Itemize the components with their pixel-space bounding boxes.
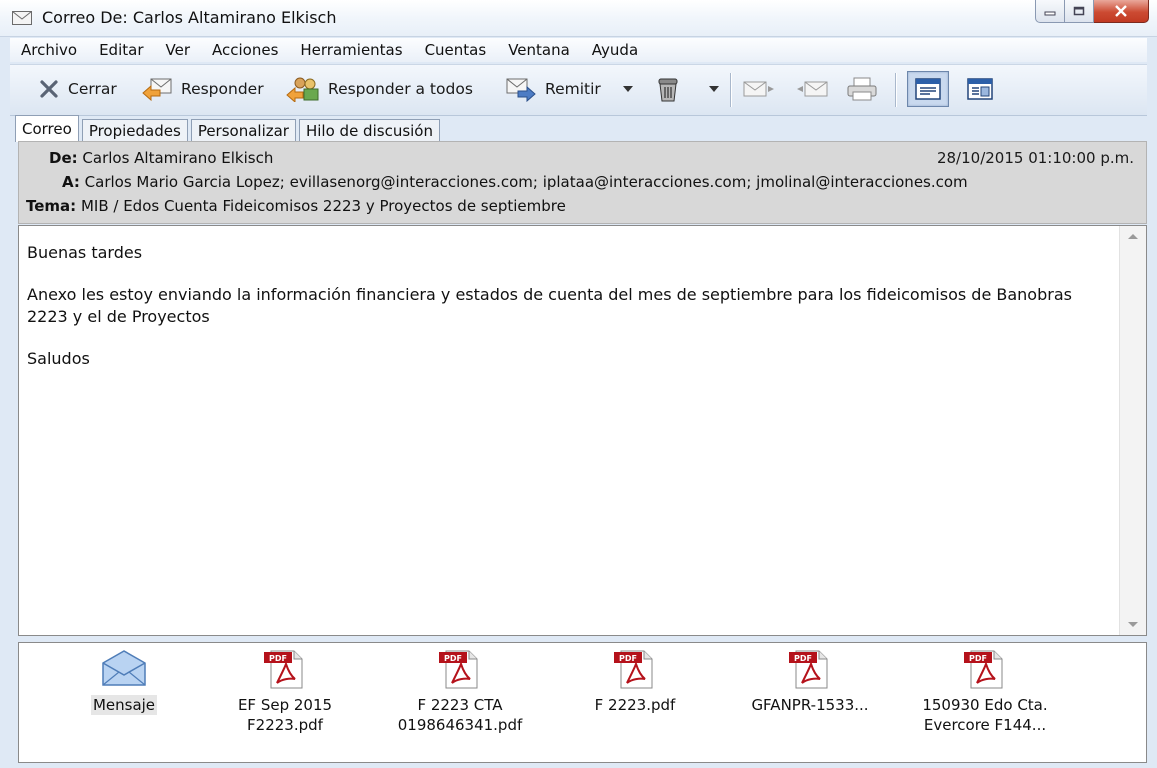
close-icon bbox=[1115, 5, 1127, 17]
minimize-button[interactable] bbox=[1035, 0, 1065, 23]
menu-archivo[interactable]: Archivo bbox=[10, 38, 88, 62]
svg-text:PDF: PDF bbox=[969, 654, 987, 663]
scroll-down-arrow-icon[interactable] bbox=[1128, 622, 1138, 627]
window-controls bbox=[1035, 0, 1149, 24]
reply-all-button[interactable]: Responder a todos bbox=[286, 74, 473, 104]
delete-button[interactable] bbox=[654, 74, 682, 104]
pdf-file-icon: PDF bbox=[439, 650, 478, 689]
view-details-button[interactable] bbox=[960, 74, 1000, 104]
body-greeting: Buenas tardes bbox=[27, 243, 143, 262]
menu-herramientas[interactable]: Herramientas bbox=[289, 38, 413, 62]
from-row: De: Carlos Altamirano Elkisch bbox=[49, 149, 273, 167]
attachment-name: 150930 Edo Cta. bbox=[922, 696, 1048, 714]
trash-icon bbox=[658, 78, 678, 102]
window-title: Correo De: Carlos Altamirano Elkisch bbox=[42, 8, 337, 27]
minimize-icon bbox=[1044, 11, 1056, 16]
toolbar: Cerrar Responder Responder a todos Remit… bbox=[10, 64, 1147, 116]
close-button[interactable]: Cerrar bbox=[38, 74, 117, 104]
attachment-name: F 2223.pdf bbox=[594, 696, 676, 714]
pdf-file-icon: PDF bbox=[789, 650, 828, 689]
body-closing: Saludos bbox=[27, 349, 90, 368]
view-layout-button[interactable] bbox=[907, 71, 949, 107]
attachment-pdf[interactable]: PDF F 2223.pdf bbox=[555, 649, 715, 735]
subject-value: MIB / Edos Cuenta Fideicomisos 2223 y Pr… bbox=[80, 197, 566, 215]
maximize-button[interactable] bbox=[1065, 0, 1094, 23]
svg-text:PDF: PDF bbox=[269, 654, 287, 663]
subject-row: Tema: MIB / Edos Cuenta Fideicomisos 222… bbox=[26, 197, 566, 215]
tab-propiedades[interactable]: Propiedades bbox=[81, 119, 188, 142]
attachment-name: GFANPR-1533... bbox=[751, 696, 869, 714]
tab-correo[interactable]: Correo bbox=[15, 115, 79, 142]
attachments-panel: Mensaje PDF EF Sep 2015 F2223.pdf PDF F … bbox=[18, 642, 1147, 763]
attachment-name: EF Sep 2015 bbox=[237, 696, 333, 714]
next-message-button[interactable] bbox=[742, 74, 776, 104]
window-layout-icon bbox=[915, 78, 941, 100]
body-paragraph: Anexo les estoy enviando la información … bbox=[27, 285, 1072, 326]
svg-text:PDF: PDF bbox=[444, 654, 462, 663]
menu-ayuda[interactable]: Ayuda bbox=[581, 38, 649, 62]
svg-text:PDF: PDF bbox=[794, 654, 812, 663]
svg-text:PDF: PDF bbox=[619, 654, 637, 663]
attachment-name: Mensaje bbox=[90, 695, 158, 715]
reply-icon bbox=[142, 78, 172, 102]
close-window-button[interactable] bbox=[1094, 0, 1149, 23]
forward-dropdown[interactable] bbox=[622, 74, 634, 104]
printer-icon bbox=[847, 77, 877, 101]
menu-cuentas[interactable]: Cuentas bbox=[414, 38, 498, 62]
vertical-scrollbar[interactable] bbox=[1119, 226, 1146, 635]
envelope-previous-icon bbox=[797, 81, 828, 97]
delete-dropdown[interactable] bbox=[708, 74, 720, 104]
menu-editar[interactable]: Editar bbox=[88, 38, 154, 62]
pdf-file-icon: PDF bbox=[264, 650, 303, 689]
message-date: 28/10/2015 01:10:00 p.m. bbox=[936, 149, 1134, 167]
forward-button[interactable]: Remitir bbox=[505, 74, 601, 104]
close-x-icon bbox=[40, 80, 58, 98]
pdf-file-icon: PDF bbox=[614, 650, 653, 689]
message-text: Buenas tardes Anexo les estoy enviando l… bbox=[27, 242, 1107, 390]
tab-personalizar[interactable]: Personalizar bbox=[190, 119, 296, 142]
print-button[interactable] bbox=[846, 74, 878, 104]
menu-ver[interactable]: Ver bbox=[155, 38, 202, 62]
attachment-name-line2: Evercore F144... bbox=[923, 716, 1047, 734]
menu-acciones[interactable]: Acciones bbox=[201, 38, 289, 62]
to-value: Carlos Mario Garcia Lopez; evillasenorg@… bbox=[84, 173, 968, 191]
attachment-pdf[interactable]: PDF GFANPR-1533... bbox=[730, 649, 890, 735]
forward-icon bbox=[506, 78, 536, 102]
attachment-name-line2: 0198646341.pdf bbox=[397, 716, 523, 734]
attachment-mensaje[interactable]: Mensaje bbox=[44, 649, 204, 735]
message-envelope-icon bbox=[102, 650, 146, 686]
toolbar-separator bbox=[895, 73, 896, 107]
attachment-pdf[interactable]: PDF 150930 Edo Cta. Evercore F144... bbox=[905, 649, 1065, 735]
reply-all-icon bbox=[286, 77, 319, 102]
attachment-name: F 2223 CTA bbox=[417, 696, 503, 714]
envelope-icon bbox=[12, 11, 32, 25]
chevron-down-icon bbox=[623, 86, 633, 92]
from-value: Carlos Altamirano Elkisch bbox=[82, 149, 274, 167]
from-label: De: bbox=[49, 149, 78, 167]
toolbar-separator bbox=[730, 73, 731, 107]
menu-ventana[interactable]: Ventana bbox=[497, 38, 581, 62]
title-bar: Correo De: Carlos Altamirano Elkisch bbox=[0, 0, 1157, 37]
to-row: A: Carlos Mario Garcia Lopez; evillaseno… bbox=[62, 173, 968, 191]
pdf-file-icon: PDF bbox=[964, 650, 1003, 689]
attachment-name-line2: F2223.pdf bbox=[247, 716, 323, 734]
tab-strip: Correo Propiedades Personalizar Hilo de … bbox=[15, 115, 443, 142]
menu-bar: Archivo Editar Ver Acciones Herramientas… bbox=[10, 38, 1147, 62]
subject-label: Tema: bbox=[26, 197, 77, 215]
attachment-pdf[interactable]: PDF EF Sep 2015 F2223.pdf bbox=[205, 649, 365, 735]
to-label: A: bbox=[62, 173, 80, 191]
reply-button[interactable]: Responder bbox=[141, 74, 264, 104]
envelope-next-icon bbox=[743, 81, 774, 97]
chevron-down-icon bbox=[709, 86, 719, 92]
attachment-pdf[interactable]: PDF F 2223 CTA 0198646341.pdf bbox=[380, 649, 540, 735]
maximize-icon bbox=[1073, 6, 1085, 16]
previous-message-button[interactable] bbox=[795, 74, 829, 104]
window-details-icon bbox=[967, 78, 993, 100]
message-body[interactable]: Buenas tardes Anexo les estoy enviando l… bbox=[18, 225, 1147, 636]
tab-hilo-de-discusion[interactable]: Hilo de discusión bbox=[298, 119, 440, 142]
scroll-up-arrow-icon[interactable] bbox=[1128, 234, 1138, 239]
message-header: De: Carlos Altamirano Elkisch 28/10/2015… bbox=[18, 141, 1147, 224]
